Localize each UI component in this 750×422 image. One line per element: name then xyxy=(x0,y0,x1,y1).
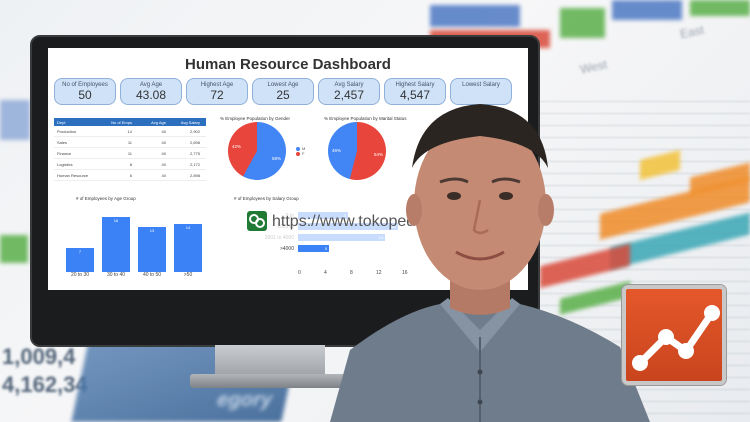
table-header-cell: Avg Age xyxy=(151,119,166,125)
table-cell: 40 xyxy=(161,161,166,167)
salary-axis-label: >4000 xyxy=(279,246,294,252)
dashboard-title: Human Resource Dashboard xyxy=(185,56,391,73)
bg-bar xyxy=(612,0,682,20)
table-row: Human Resource 6 40 2,898 xyxy=(54,170,206,181)
gender-pie-label: 42% xyxy=(232,144,242,149)
kpi-card: Avg Age 43.08 xyxy=(120,78,182,105)
kpi-value: 50 xyxy=(78,88,92,102)
bg-number: 4,162,34 xyxy=(2,372,88,397)
age-bar-chart: 7 16 13 14 xyxy=(62,208,212,272)
table-header: Dept No of Emps Avg Age Avg Salary xyxy=(54,118,206,126)
table-cell: Sales xyxy=(57,139,68,145)
presenter-photo xyxy=(330,104,650,422)
table-cell: 40 xyxy=(161,150,166,156)
table-cell: Logistics xyxy=(57,161,73,167)
table-cell: 40 xyxy=(161,128,166,134)
kpi-card: No of Employees 50 xyxy=(54,78,116,105)
table-cell: 6 xyxy=(129,172,132,178)
kpi-value: 43.08 xyxy=(135,88,167,102)
table-row: Logistics 8 40 2,172 xyxy=(54,159,206,170)
table-row: Finance 11 40 2,775 xyxy=(54,148,206,159)
table-cell: 40 xyxy=(161,172,166,178)
table-cell: 2,902 xyxy=(189,128,200,134)
table-cell: 2,898 xyxy=(189,172,200,178)
department-table: Dept No of Emps Avg Age Avg Salary Produ… xyxy=(54,118,206,181)
analytics-logo xyxy=(622,285,726,385)
kpi-value: 72 xyxy=(210,88,224,102)
table-cell: Finance xyxy=(57,150,72,156)
age-bar-value: 14 xyxy=(185,224,191,230)
age-axis-label: 20 to 30 xyxy=(70,272,90,278)
bg-bar xyxy=(0,100,30,140)
table-cell: 2,775 xyxy=(189,150,200,156)
age-axis-label: 30 to 40 xyxy=(106,272,126,278)
bg-label-east: East xyxy=(678,22,706,42)
table-header-cell: Avg Salary xyxy=(180,119,200,125)
table-cell: 8 xyxy=(129,161,132,167)
age-bar-value: 7 xyxy=(78,248,82,254)
store-logo-icon xyxy=(247,211,267,231)
age-bar: 16 xyxy=(102,216,130,272)
age-bar: 14 xyxy=(174,223,202,272)
table-row: Sales 11 40 2,698 xyxy=(54,137,206,148)
bg-number: 1,009,4 xyxy=(2,344,76,369)
bg-bar xyxy=(430,5,520,27)
table-row: Production 14 40 2,902 xyxy=(54,126,206,137)
table-header-cell: Dept xyxy=(57,119,66,125)
age-axis-label: 40 to 50 xyxy=(142,272,162,278)
age-bar-value: 13 xyxy=(149,228,155,234)
table-cell: 2,172 xyxy=(189,161,200,167)
gender-pie-chart xyxy=(228,122,286,180)
bg-bar xyxy=(690,0,750,16)
table-cell: 11 xyxy=(127,139,132,145)
age-axis-label: >50 xyxy=(183,272,193,278)
age-chart-title: # of Employees by Age Group xyxy=(76,196,136,201)
kpi-card: Highest Age 72 xyxy=(186,78,248,105)
table-cell: 14 xyxy=(127,128,132,134)
age-bar-value: 16 xyxy=(113,217,119,223)
trend-line-icon xyxy=(632,305,720,371)
gender-pie-label: 58% xyxy=(272,156,282,161)
bg-banner-text: egory xyxy=(215,389,275,411)
bg-bar xyxy=(560,8,605,38)
table-cell: Production xyxy=(57,128,77,134)
age-bar: 13 xyxy=(138,227,166,272)
table-header-cell: No of Emps xyxy=(111,119,132,125)
table-cell: 40 xyxy=(161,139,166,145)
table-cell: 11 xyxy=(127,150,132,156)
gender-pie-title: % Employee Population by Gender xyxy=(220,116,291,121)
table-cell: 2,698 xyxy=(189,139,200,145)
age-bar: 7 xyxy=(66,247,94,272)
bg-bar xyxy=(0,235,28,263)
table-cell: Human Resource xyxy=(57,172,89,178)
